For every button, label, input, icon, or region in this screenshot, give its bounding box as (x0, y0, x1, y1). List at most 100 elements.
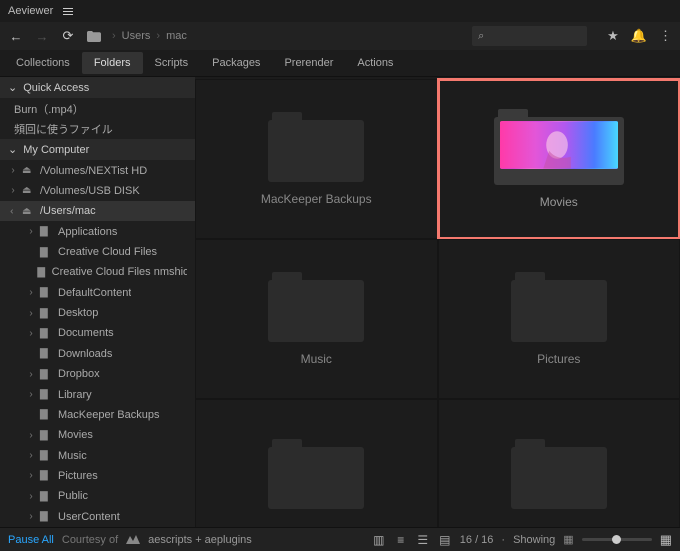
sidebar-volume[interactable]: ›⏏/Volumes/USB DISK (0, 181, 195, 201)
folder-icon: ▇ (37, 267, 47, 278)
grid-small-icon[interactable]: ▦ (563, 533, 573, 546)
chevron-right-icon: › (8, 185, 18, 196)
folder-icon: ▇ (40, 226, 54, 237)
sidebar-child[interactable]: ›▇Library (0, 384, 195, 404)
sidebar-child[interactable]: ›▇Applications (0, 221, 195, 241)
view-thumbnails-button[interactable]: ▥ (372, 533, 386, 547)
pause-all-link[interactable]: Pause All (8, 534, 54, 546)
search-icon: ⌕ (478, 30, 484, 43)
folder-icon (268, 272, 364, 342)
chevron-right-icon: › (26, 328, 36, 339)
my-computer-header[interactable]: ⌄My Computer (0, 139, 195, 160)
chevron-right-icon: › (26, 511, 36, 522)
chevron-right-icon: › (26, 450, 36, 461)
sidebar-child[interactable]: ▇MacKeeper Backups (0, 405, 195, 425)
back-button[interactable]: ← (8, 29, 24, 44)
search-input[interactable]: ⌕ (472, 26, 587, 46)
sidebar-child[interactable]: ›▇Music (0, 445, 195, 465)
folder-icon (268, 439, 364, 509)
sidebar-child[interactable]: ›▇DefaultContent (0, 283, 195, 303)
app-title: Aeviewer (8, 5, 53, 17)
folder-cell[interactable]: MacKeeper Backups (195, 79, 438, 239)
sidebar-child[interactable]: ›▇Movies (0, 425, 195, 445)
showing-label: Showing (513, 534, 555, 546)
sidebar-child[interactable]: ›▇Dropbox (0, 364, 195, 384)
sidebar-user-path[interactable]: ⌄⏏/Users/mac (0, 201, 195, 221)
tab-scripts[interactable]: Scripts (143, 52, 201, 74)
folder-icon: ▇ (40, 328, 54, 339)
breadcrumb-leaf[interactable]: mac (166, 30, 187, 42)
chevron-down-icon: ⌄ (8, 206, 19, 216)
folder-cell[interactable]: Pictures (438, 239, 680, 399)
folder-icon: ▇ (40, 511, 54, 522)
sidebar-child[interactable]: ▇Creative Cloud Files nmshiocch001@ (0, 262, 195, 282)
more-icon[interactable]: ⋮ (659, 28, 672, 44)
folder-icon: ▇ (40, 348, 54, 359)
folder-icon: ▇ (40, 287, 54, 298)
folder-icon (494, 109, 624, 185)
tab-actions[interactable]: Actions (345, 52, 405, 74)
folder-icon: ▇ (40, 409, 54, 420)
sidebar-child[interactable]: ›▇Pictures (0, 466, 195, 486)
tab-folders[interactable]: Folders (82, 52, 143, 74)
chevron-right-icon: › (112, 30, 116, 42)
folder-label: Movies (540, 195, 578, 209)
drive-icon: ⏏ (22, 206, 36, 217)
chevron-down-icon: ⌄ (8, 143, 17, 156)
tab-packages[interactable]: Packages (200, 52, 272, 74)
folder-icon (511, 272, 607, 342)
chevron-right-icon: › (26, 470, 36, 481)
brand-label: aescripts + aeplugins (148, 534, 252, 546)
folder-label: MacKeeper Backups (261, 192, 372, 206)
folder-icon: ▇ (40, 369, 54, 380)
chevron-right-icon: › (26, 491, 36, 502)
chevron-down-icon: ⌄ (8, 81, 17, 94)
sidebar-item[interactable]: 頻回に使うファイル (0, 119, 195, 139)
folder-icon[interactable] (86, 31, 102, 42)
sidebar-child[interactable]: ▇Creative Cloud Files (0, 242, 195, 262)
view-details-button[interactable]: ▤ (438, 533, 452, 547)
breadcrumb[interactable]: › Users › mac (112, 30, 187, 42)
chevron-right-icon: › (26, 389, 36, 400)
sidebar-child[interactable]: ▇Downloads (0, 344, 195, 364)
folder-label: Pictures (537, 352, 580, 366)
sidebar-child[interactable]: ›▇Documents (0, 323, 195, 343)
chevron-right-icon: › (26, 226, 36, 237)
folder-icon: ▇ (40, 389, 54, 400)
folder-icon: ▇ (40, 247, 54, 258)
chevron-right-icon: › (26, 369, 36, 380)
sidebar-volume[interactable]: ›⏏/Volumes/NEXTist HD (0, 160, 195, 180)
sidebar-child[interactable]: ›▇Desktop (0, 303, 195, 323)
folder-icon: ▇ (40, 430, 54, 441)
view-tree-button[interactable]: ☰ (416, 533, 430, 547)
drive-icon: ⏏ (22, 185, 36, 196)
folder-cell[interactable]: Movies (437, 78, 680, 240)
forward-button[interactable]: → (34, 29, 50, 44)
tab-prerender[interactable]: Prerender (272, 52, 345, 74)
courtesy-label: Courtesy of (62, 534, 118, 546)
chevron-right-icon: › (26, 287, 36, 298)
sidebar-item[interactable]: Burn（.mp4） (0, 98, 195, 118)
bell-icon[interactable]: 🔔 (631, 28, 647, 44)
folder-icon (268, 112, 364, 182)
search-field[interactable] (488, 30, 581, 42)
star-icon[interactable]: ★ (607, 28, 619, 44)
thumbnail-size-slider[interactable] (582, 538, 652, 541)
grid-large-icon[interactable]: ▦ (660, 532, 672, 548)
view-list-button[interactable]: ≡ (394, 533, 408, 547)
folder-cell[interactable] (195, 399, 438, 527)
hamburger-icon[interactable] (63, 8, 73, 15)
tab-collections[interactable]: Collections (4, 52, 82, 74)
sidebar-child[interactable]: ›▇UserContent (0, 507, 195, 527)
folder-label: Music (301, 352, 332, 366)
folder-icon: ▇ (40, 470, 54, 481)
drive-icon: ⏏ (22, 165, 36, 176)
showing-dash: · (501, 534, 505, 546)
breadcrumb-root[interactable]: Users (122, 30, 151, 42)
quick-access-header[interactable]: ⌄Quick Access (0, 77, 195, 98)
refresh-button[interactable]: ⟳ (60, 28, 76, 44)
sidebar-child[interactable]: ›▇Public (0, 486, 195, 506)
folder-cell[interactable]: Music (195, 239, 438, 399)
folder-cell[interactable] (438, 399, 680, 527)
folder-icon: ▇ (40, 308, 54, 319)
